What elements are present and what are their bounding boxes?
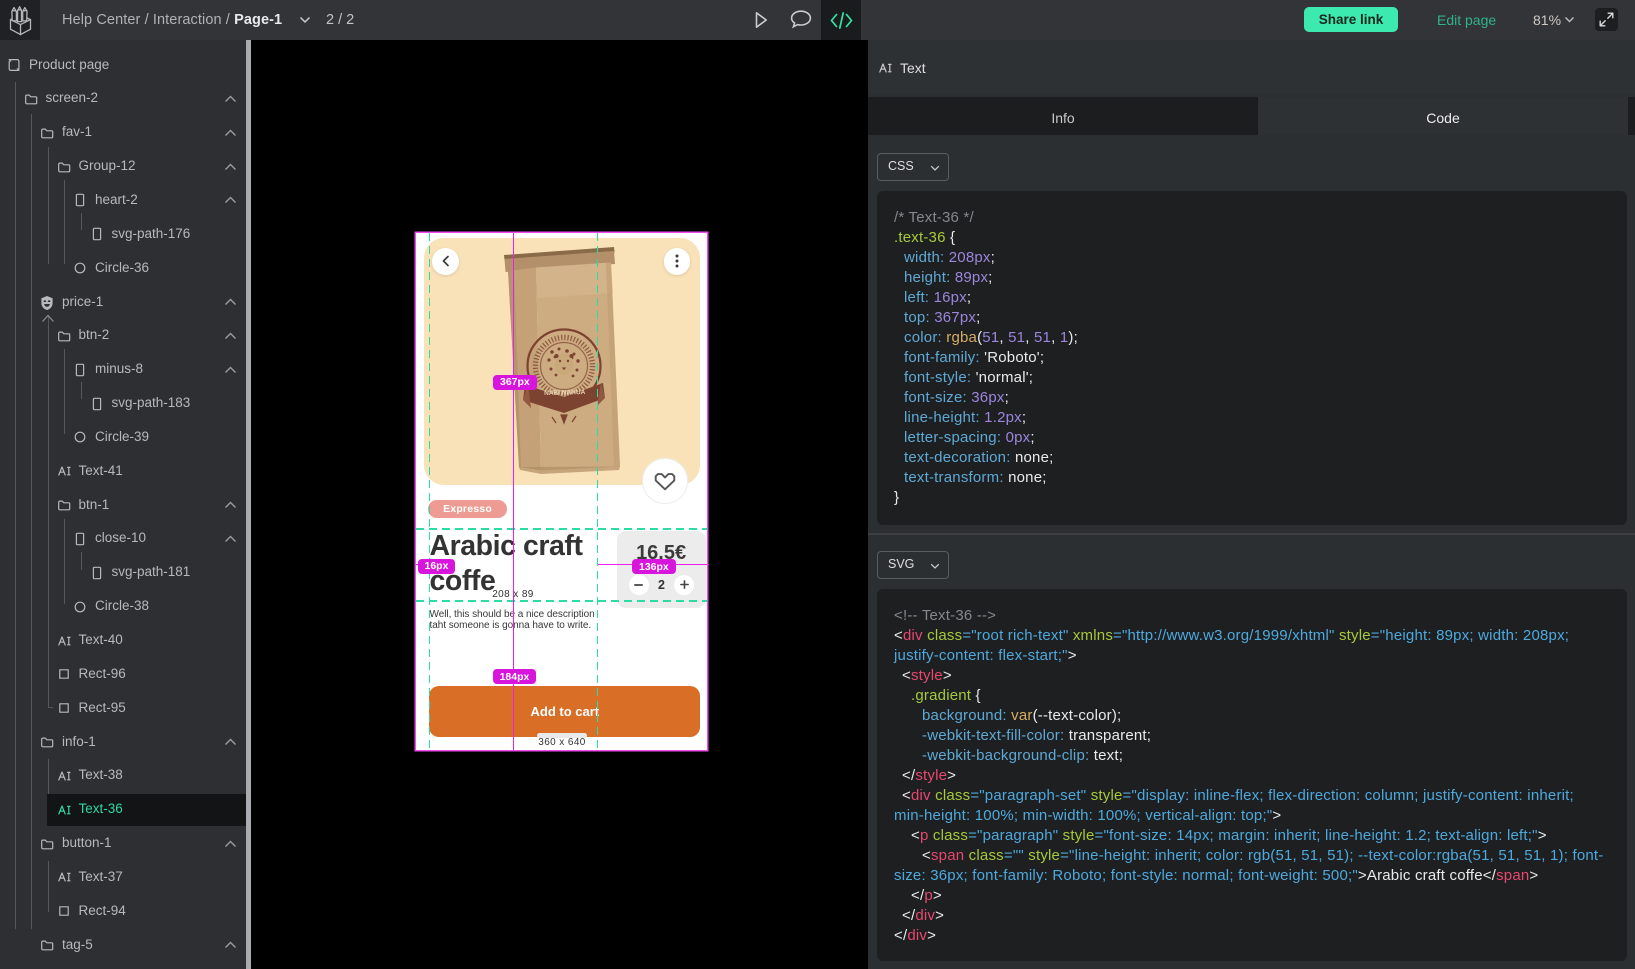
svg-text:NABI NAHUA: NABI NAHUA bbox=[544, 389, 586, 397]
